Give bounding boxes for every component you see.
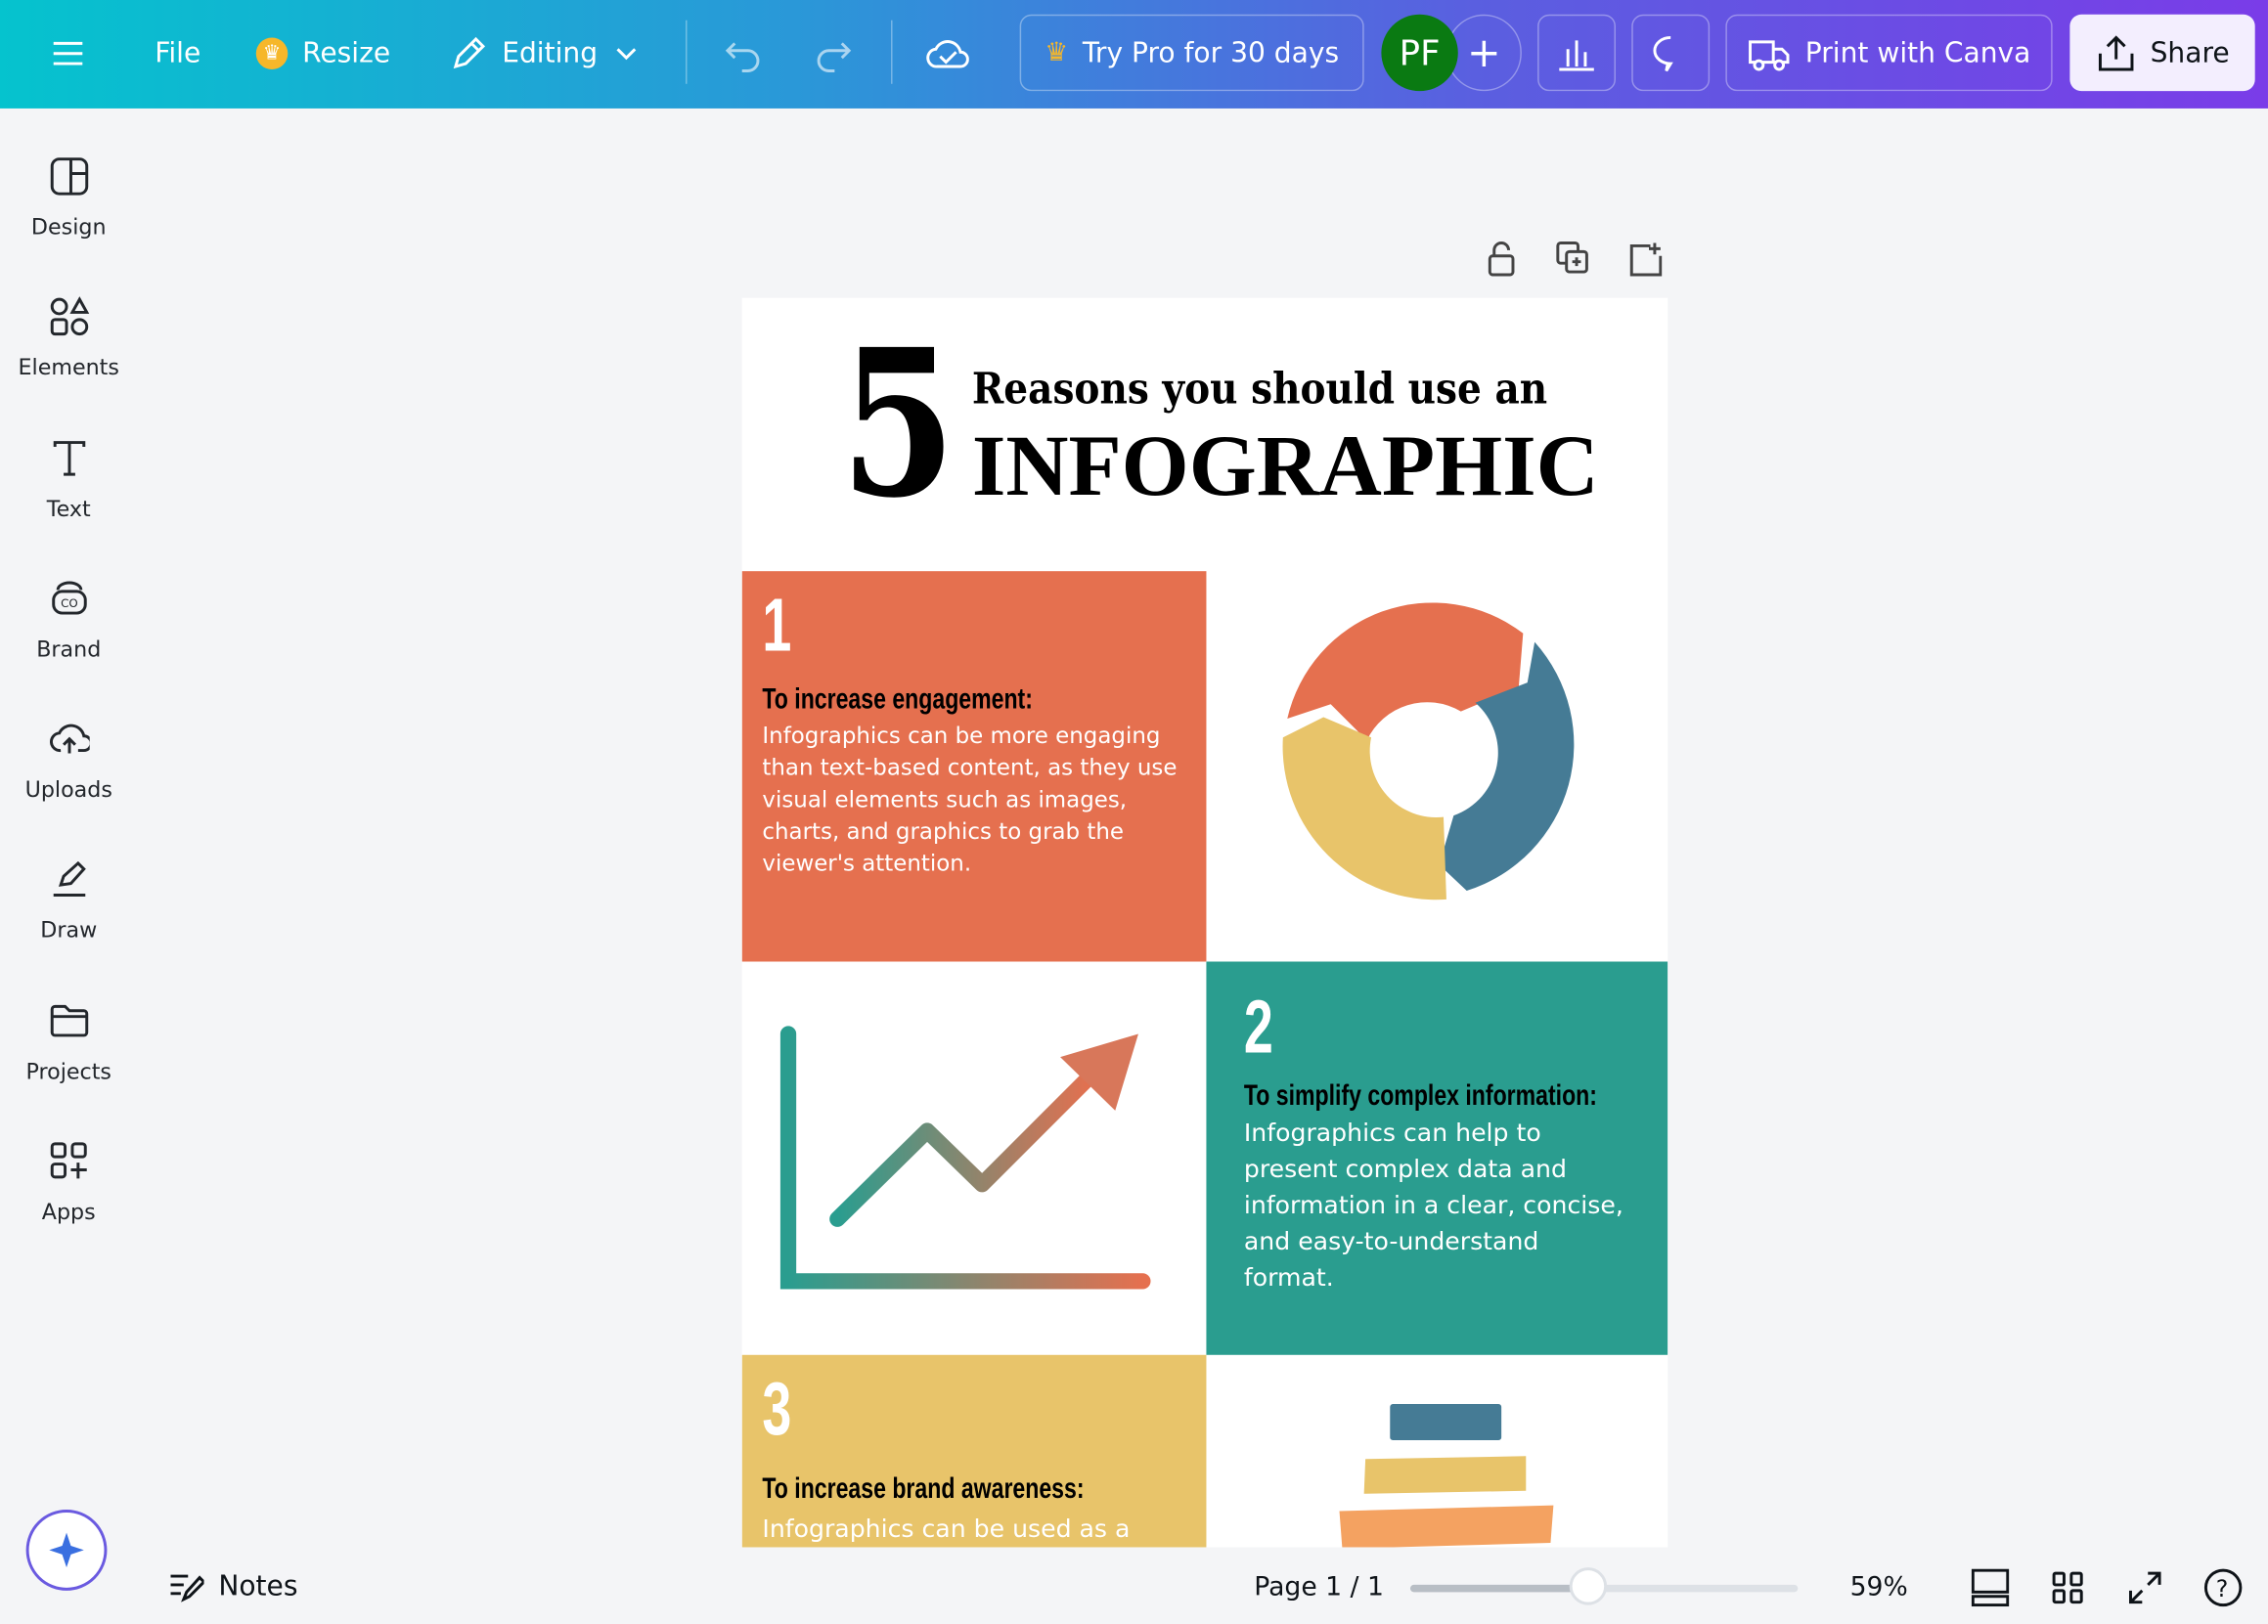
sparkle-icon xyxy=(49,1532,84,1568)
zoom-slider-fill xyxy=(1409,1584,1589,1593)
editing-label: Editing xyxy=(502,36,599,69)
sidebar-item-text[interactable]: Text xyxy=(0,438,138,522)
zoom-percentage[interactable]: 59% xyxy=(1850,1572,1908,1602)
donut-cycle-graphic xyxy=(1282,602,1575,900)
text-icon xyxy=(52,441,85,476)
sidebar-item-label: Apps xyxy=(41,1199,96,1225)
page-indicator[interactable]: Page 1 / 1 xyxy=(1254,1572,1384,1602)
notes-label: Notes xyxy=(218,1570,298,1602)
avatar[interactable]: PF xyxy=(1381,14,1458,92)
share-button[interactable]: Share xyxy=(2069,14,2255,92)
top-toolbar: File ♛ Resize Editing ♛ Try Pro for 30 day… xyxy=(0,0,2268,109)
brand-icon: CO xyxy=(51,581,86,615)
svg-text:CO: CO xyxy=(60,596,77,610)
truck-icon xyxy=(1749,39,1790,70)
section-number: 2 xyxy=(1243,986,1273,1071)
sidebar-item-label: Brand xyxy=(36,636,102,663)
insights-button[interactable] xyxy=(1537,14,1616,92)
section-heading: To increase engagement: xyxy=(762,683,1033,717)
lock-icon[interactable] xyxy=(1486,241,1518,278)
sidebar-item-brand[interactable]: CO Brand xyxy=(0,579,138,663)
sidebar-item-label: Uploads xyxy=(24,776,112,803)
design-canvas-page[interactable]: 5 Reasons you should use an INFOGRAPHIC … xyxy=(741,297,1668,1548)
resize-label: Resize xyxy=(302,36,391,69)
growth-line-graphic xyxy=(779,1026,1151,1290)
print-label: Print with Canva xyxy=(1804,36,2031,69)
sidebar-item-uploads[interactable]: Uploads xyxy=(0,719,138,803)
crown-icon: ♛ xyxy=(1045,37,1069,68)
title-line-2: INFOGRAPHIC xyxy=(971,417,1599,514)
stack-bar-blue xyxy=(1390,1404,1502,1441)
hamburger-icon xyxy=(53,41,83,65)
grid-view-icon[interactable] xyxy=(2051,1570,2085,1604)
section-text: Infographics can be used as a marketing … xyxy=(762,1514,1131,1545)
bottom-bar xyxy=(0,1547,2268,1624)
section-3-card: 3 To increase brand awareness: Infograph… xyxy=(741,1354,1207,1548)
section-text: Infographics can be more engaging than t… xyxy=(762,723,1178,877)
bar-chart-icon xyxy=(1559,39,1594,70)
section-heading: To increase brand awareness: xyxy=(762,1473,1085,1506)
folder-icon xyxy=(50,1004,88,1037)
cloud-check-icon xyxy=(926,39,969,67)
section-1-card: 1 To increase engagement: Infographics c… xyxy=(741,571,1207,962)
title-line-1: Reasons you should use an xyxy=(971,364,1548,416)
stack-bar-orange xyxy=(1339,1505,1554,1548)
share-label: Share xyxy=(2150,36,2230,69)
sidebar-item-label: Design xyxy=(30,213,107,241)
elements-icon xyxy=(50,296,89,336)
resize-button[interactable]: ♛ Resize xyxy=(255,15,391,91)
design-icon xyxy=(50,157,88,196)
zoom-slider[interactable] xyxy=(1409,1567,1799,1605)
try-pro-button[interactable]: ♛ Try Pro for 30 days xyxy=(1019,14,1364,92)
page-view-icon[interactable] xyxy=(1971,1568,2010,1607)
help-icon[interactable]: ? xyxy=(2202,1567,2243,1607)
section-heading: To simplify complex information: xyxy=(1243,1079,1597,1113)
sidebar-item-label: Text xyxy=(46,496,91,522)
svg-text:?: ? xyxy=(2216,1575,2229,1602)
editing-mode-dropdown[interactable]: Editing xyxy=(450,15,641,91)
redo-button[interactable] xyxy=(813,15,853,91)
page-tools xyxy=(1486,241,1663,278)
sidebar-item-apps[interactable]: Apps xyxy=(0,1141,138,1225)
try-pro-label: Try Pro for 30 days xyxy=(1082,36,1340,69)
redo-icon xyxy=(817,41,852,72)
pen-icon xyxy=(52,860,86,897)
apps-icon xyxy=(50,1142,86,1179)
magic-assistant-button[interactable] xyxy=(25,1510,108,1591)
duplicate-page-icon[interactable] xyxy=(1555,241,1589,275)
stacked-bars-graphic xyxy=(1339,1404,1554,1548)
comment-icon xyxy=(1653,35,1673,71)
big-number-five: 5 xyxy=(840,306,956,545)
add-page-icon[interactable] xyxy=(1627,241,1663,278)
print-with-canva-button[interactable]: Print with Canva xyxy=(1725,14,2053,92)
donut-segment-yellow xyxy=(1282,717,1446,900)
cloud-saved-button[interactable] xyxy=(926,15,969,91)
sidebar-item-design[interactable]: Design xyxy=(0,156,138,241)
crown-icon: ♛ xyxy=(255,36,289,69)
cloud-upload-icon xyxy=(49,724,89,754)
fullscreen-icon[interactable] xyxy=(2128,1570,2162,1604)
sidebar-item-elements[interactable]: Elements xyxy=(0,296,138,380)
stack-bar-yellow xyxy=(1363,1456,1527,1494)
chevron-down-icon xyxy=(616,47,637,60)
file-menu-button[interactable]: File xyxy=(155,15,200,91)
notes-button[interactable]: Notes xyxy=(169,1570,298,1602)
main-menu-button[interactable] xyxy=(49,15,86,91)
section-2-card: 2 To simplify complex information: Infog… xyxy=(1206,961,1668,1355)
comments-button[interactable] xyxy=(1631,14,1711,92)
share-upload-icon xyxy=(2098,34,2133,70)
undo-icon xyxy=(725,41,760,72)
section-number: 1 xyxy=(762,584,792,669)
section-text: Infographics can help to present complex… xyxy=(1243,1119,1623,1294)
sidebar-item-draw[interactable]: Draw xyxy=(0,858,138,943)
undo-button[interactable] xyxy=(723,15,763,91)
sidebar-item-label: Draw xyxy=(40,916,98,944)
sidebar-item-label: Projects xyxy=(25,1058,111,1085)
plus-icon: + xyxy=(1467,28,1501,77)
notes-icon xyxy=(170,1574,204,1602)
sidebar-item-label: Elements xyxy=(18,354,119,380)
pencil-icon xyxy=(453,36,486,68)
sidebar-item-projects[interactable]: Projects xyxy=(0,1000,138,1084)
section-number: 3 xyxy=(762,1368,792,1452)
